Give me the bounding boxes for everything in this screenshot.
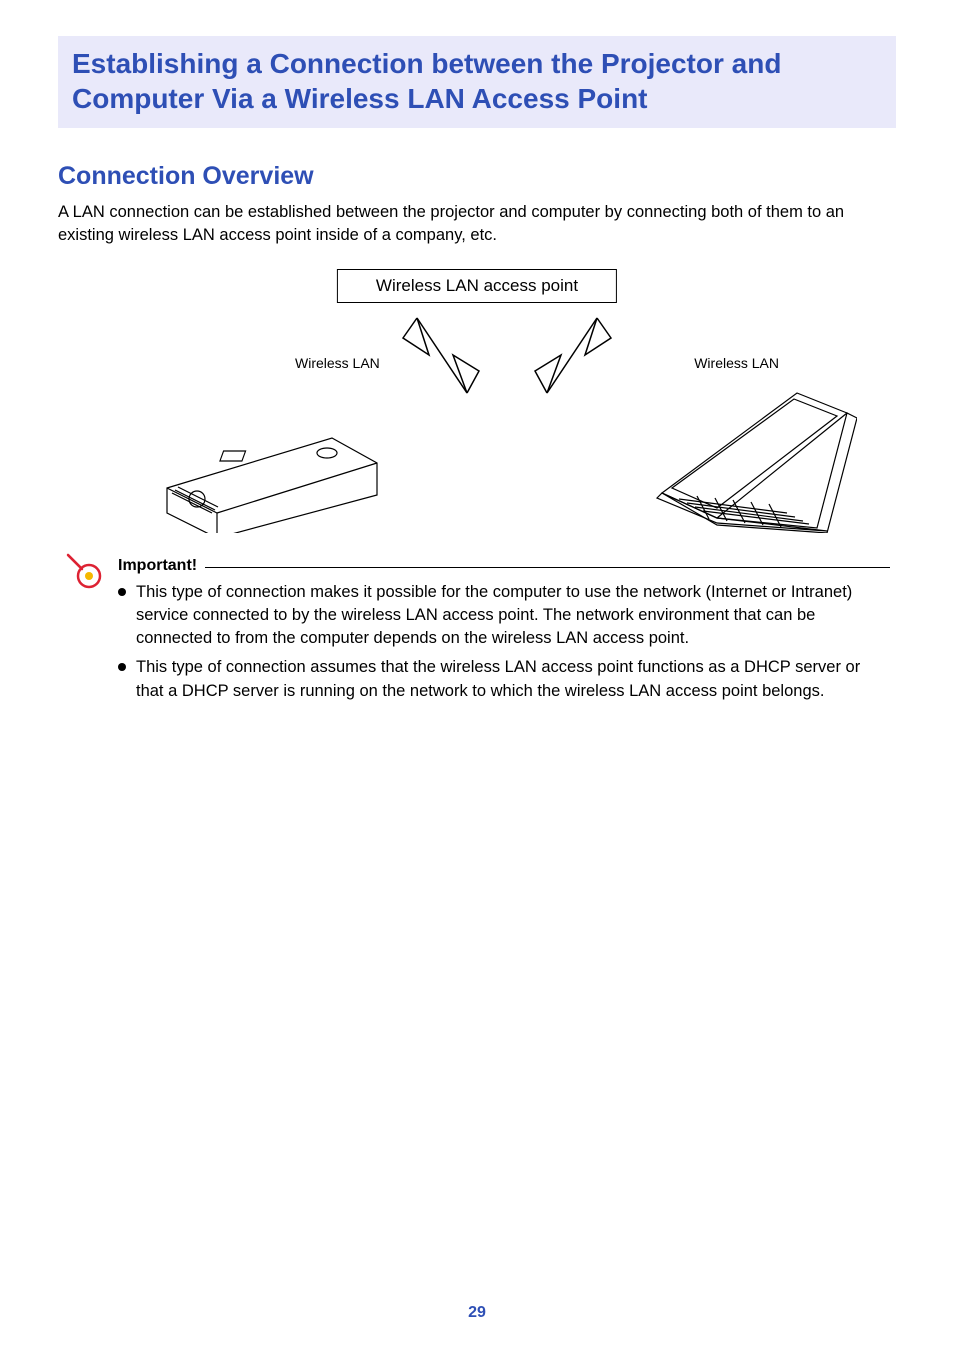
sub-heading: Connection Overview (58, 162, 896, 191)
wlan-label-right: Wireless LAN (694, 355, 779, 371)
bullet-item: This type of connection makes it possibl… (118, 581, 890, 650)
projector-icon (167, 438, 377, 533)
arrow-right-icon (535, 318, 611, 393)
main-heading-box: Establishing a Connection between the Pr… (58, 36, 896, 128)
access-point-label: Wireless LAN access point (337, 269, 617, 303)
intro-text: A LAN connection can be established betw… (58, 201, 896, 247)
arrow-left-icon (403, 318, 479, 393)
important-block: Important! This type of connection makes… (58, 557, 896, 702)
page: Establishing a Connection between the Pr… (0, 0, 954, 1352)
important-label: Important! (118, 557, 197, 575)
laptop-icon (657, 393, 857, 533)
page-number: 29 (0, 1304, 954, 1322)
bullet-item: This type of connection assumes that the… (118, 656, 890, 702)
important-header: Important! (118, 557, 890, 575)
connection-diagram: Wireless LAN access point Wireless LAN W… (97, 263, 857, 533)
important-icon (64, 551, 102, 594)
important-rule (205, 567, 890, 568)
diagram-svg (97, 263, 857, 533)
wlan-label-left: Wireless LAN (295, 355, 380, 371)
main-heading: Establishing a Connection between the Pr… (72, 46, 882, 116)
important-bullets: This type of connection makes it possibl… (118, 581, 890, 702)
